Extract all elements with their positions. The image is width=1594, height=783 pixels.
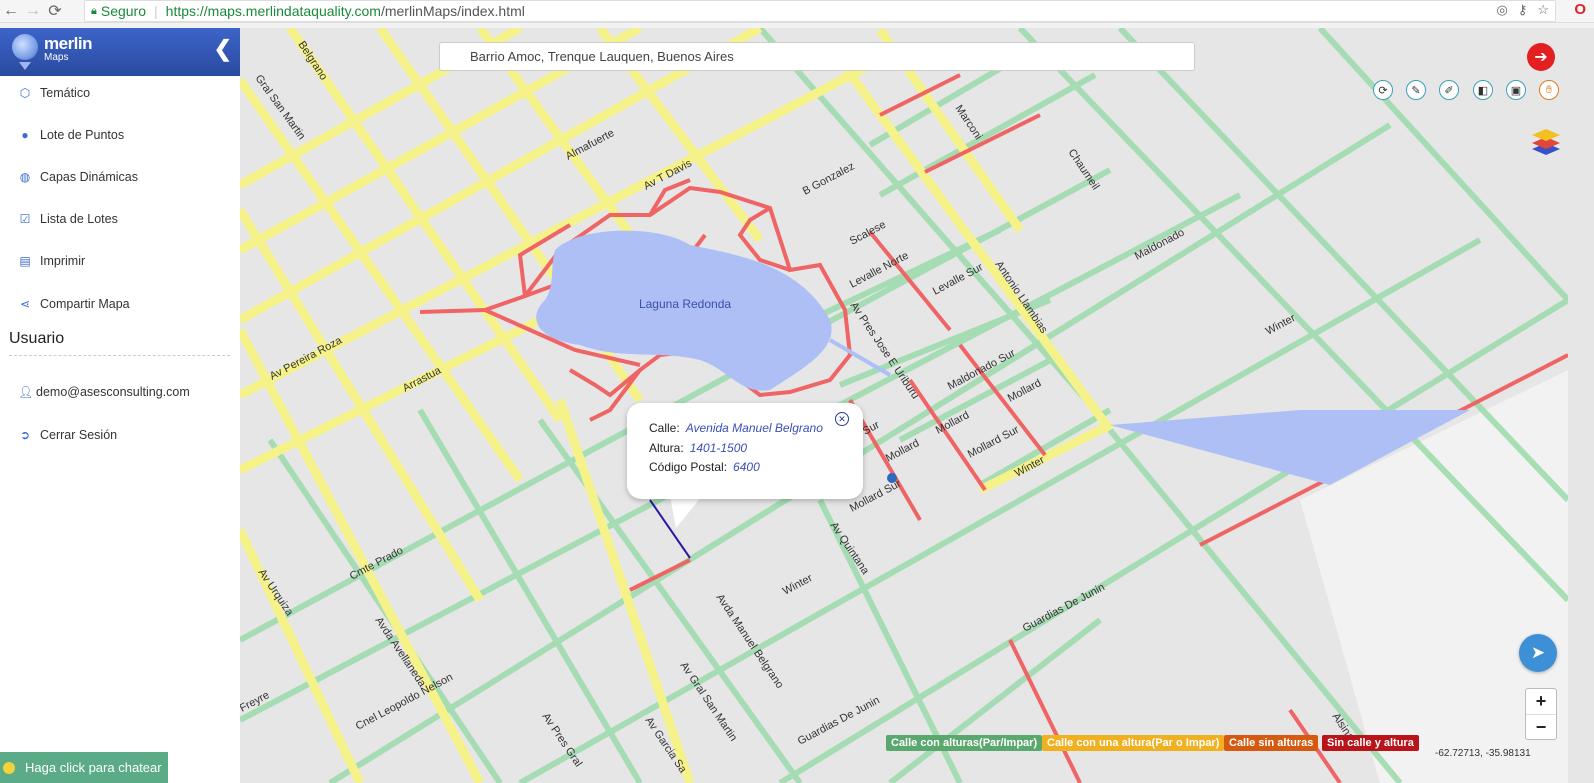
locate-me-button[interactable]: ➤ (1519, 634, 1557, 672)
secure-label: Seguro (100, 3, 147, 19)
star-icon[interactable]: ☆ (1537, 2, 1549, 18)
zoom-in-button[interactable]: + (1526, 689, 1556, 715)
refresh-tool-icon[interactable]: ⟳ (1373, 80, 1393, 100)
chat-label: Haga click para chatear (25, 760, 162, 775)
key-icon[interactable]: ⚷ (1518, 2, 1528, 18)
altura-value: 1401-1500 (689, 441, 748, 455)
sidebar-item-lista-de-lotes[interactable]: ☑ Lista de Lotes (18, 212, 118, 226)
close-popup-icon[interactable]: ✕ (835, 412, 849, 426)
layers-icon[interactable] (1531, 125, 1561, 155)
opera-icon[interactable]: O (1574, 1, 1586, 18)
codigo-postal-label: Código Postal: (649, 460, 728, 474)
forward-icon[interactable]: → (22, 2, 44, 20)
coordinates-readout: -62.72713, -35.98131 (1435, 748, 1531, 759)
popup-row-altura: Altura: 1401-1500 (649, 441, 747, 455)
sidebar-item-imprimir[interactable]: ▤ Imprimir (18, 254, 85, 268)
sidebar-item-logout[interactable]: ➲ Cerrar Sesión (18, 428, 117, 442)
calle-value: Avenida Manuel Belgrano (685, 421, 823, 435)
eraser-tool-icon[interactable]: ◧ (1473, 80, 1493, 100)
lock-icon: 🔒︎ (91, 4, 97, 17)
label-b-gonzalez: B Gonzalez (801, 160, 857, 197)
label-winter-right: Winter (1264, 312, 1298, 338)
browser-toolbar: ← → ⟳ 🔒︎ Seguro | https://maps.merlindat… (0, 0, 1594, 23)
label-arrastua: Arrastua (401, 364, 444, 395)
sidebar: merlin Maps ❮ ⬡ Temático ● Lote de Punto… (0, 28, 241, 783)
wand-tool-icon[interactable]: ✐ (1439, 80, 1459, 100)
zoom-out-button[interactable]: − (1526, 715, 1556, 740)
user-section-title: Usuario (9, 330, 65, 347)
altura-label: Altura: (649, 441, 684, 455)
brand-name: merlin (44, 34, 93, 53)
label-av-pres-uriburu: Av Pres Jose E Uriburu (848, 300, 922, 401)
sidebar-item-label: Lista de Lotes (40, 212, 118, 226)
legend-sin-calle-y-altura: Sin calle y altura (1322, 735, 1419, 751)
zoom-control: + − (1525, 688, 1557, 740)
logout-icon: ➲ (19, 428, 31, 442)
label-av-quintana: Av Quintana (828, 520, 872, 577)
brand-header: merlin Maps ❮ (0, 28, 240, 76)
map-right-edge (1568, 28, 1594, 783)
label-guardias-de-junin: Guardias De Junin (796, 694, 882, 747)
address-bar[interactable]: 🔒︎ Seguro | https://maps.merlindataquali… (84, 0, 1556, 22)
label-belgrano: Belgrano (295, 39, 329, 82)
sidebar-item-user-email[interactable]: 👤︎ demo@asesconsulting.com (18, 385, 190, 399)
sidebar-item-label: Temático (40, 86, 91, 100)
codigo-postal-value: 6400 (733, 460, 760, 474)
exit-button[interactable]: ➔ (1527, 43, 1555, 71)
chat-icon (3, 761, 15, 774)
sidebar-item-tematico[interactable]: ⬡ Temático (18, 86, 90, 100)
map-marker-icon: ● (21, 128, 29, 142)
hand-tool-icon[interactable]: ✋︎ (1539, 80, 1559, 100)
user-icon: 👤︎ (18, 385, 34, 399)
sidebar-item-capas-dinamicas[interactable]: ◍ Capas Dinámicas (18, 170, 138, 184)
legend-calle-sin-alturas: Calle sin alturas (1224, 735, 1319, 751)
sidebar-item-label: Lote de Puntos (40, 128, 125, 142)
address-search-input[interactable]: Barrio Amoc, Trenque Lauquen, Buenos Air… (439, 42, 1195, 71)
map-svg: Laguna Redonda Belgrano Gral San Martin … (240, 28, 1568, 783)
address-bar-icons: ◎ ⚷ ☆ (1496, 2, 1549, 18)
logo-pin-icon (19, 62, 31, 70)
collapse-sidebar-icon[interactable]: ❮ (214, 36, 232, 62)
pencil-tool-icon[interactable]: ✎ (1406, 80, 1426, 100)
sidebar-item-compartir-mapa[interactable]: ⋖ Compartir Mapa (18, 297, 130, 311)
calle-label: Calle: (649, 421, 680, 435)
label-mollard-sur: Mollard Sur (966, 423, 1022, 460)
cube-icon: ⬡ (19, 86, 31, 100)
back-icon[interactable]: ← (0, 2, 22, 20)
globe-icon: ◍ (19, 170, 31, 184)
save-tool-icon[interactable]: ▣ (1506, 80, 1526, 100)
label-av-gral-san-martin: Av Gral San Martin (678, 660, 740, 744)
logout-label: Cerrar Sesión (40, 428, 118, 442)
address-separator: | (154, 3, 158, 19)
location-icon[interactable]: ◎ (1496, 2, 1507, 18)
label-winter-low: Winter (781, 572, 815, 598)
map-canvas[interactable]: Laguna Redonda Belgrano Gral San Martin … (240, 28, 1568, 783)
popup-pointer (670, 496, 702, 528)
url-host: https://maps.merlindataquality.com (165, 3, 381, 19)
legend-calle-con-alturas: Calle con alturas(Par/Impar) (886, 735, 1043, 751)
sidebar-item-label: Imprimir (40, 254, 86, 268)
chat-button[interactable]: Haga click para chatear (0, 752, 168, 783)
popup-row-calle: Calle: Avenida Manuel Belgrano (649, 421, 823, 435)
reload-icon[interactable]: ⟳ (44, 1, 66, 21)
user-email-label: demo@asesconsulting.com (36, 385, 190, 399)
globe-logo-icon (12, 34, 38, 60)
popup-row-codigo-postal: Código Postal: 6400 (649, 460, 760, 474)
sidebar-item-label: Capas Dinámicas (40, 170, 138, 184)
section-divider (9, 355, 230, 356)
share-icon: ⋖ (19, 297, 31, 311)
checkbox-icon: ☑ (19, 212, 31, 226)
sidebar-item-lote-de-puntos[interactable]: ● Lote de Puntos (18, 128, 124, 142)
url-path: /merlinMaps/index.html (380, 3, 525, 19)
print-icon: ▤ (19, 254, 31, 268)
label-laguna-redonda: Laguna Redonda (639, 297, 731, 311)
sidebar-item-label: Compartir Mapa (40, 297, 130, 311)
street-info-popup: ✕ Calle: Avenida Manuel Belgrano Altura:… (627, 403, 863, 499)
legend-calle-con-una-altura: Calle con una altura(Par o Impar) (1042, 735, 1225, 751)
brand-subtitle: Maps (44, 52, 69, 63)
label-scalese: Scalese (848, 219, 888, 248)
